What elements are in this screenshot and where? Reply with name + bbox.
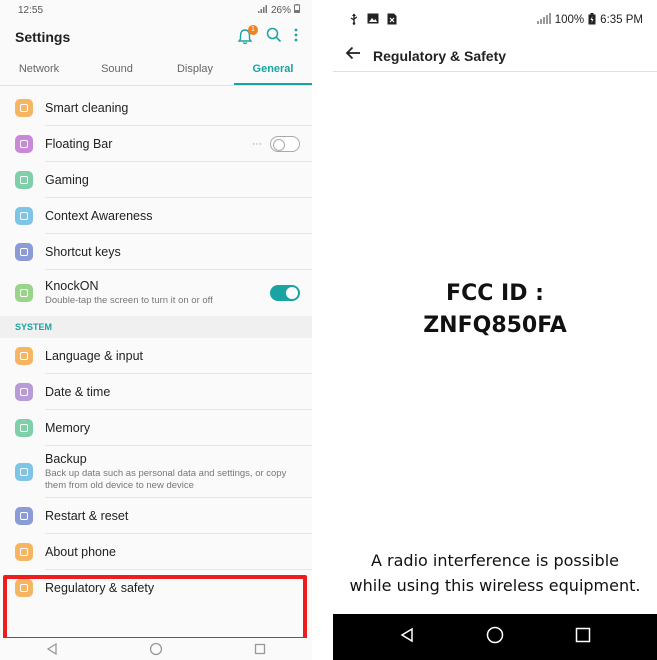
settings-item-memory[interactable]: Memory <box>0 410 312 446</box>
about-phone-icon <box>15 543 33 561</box>
recents-button-right[interactable] <box>575 627 591 648</box>
settings-item-about-phone[interactable]: About phone <box>0 534 312 570</box>
signal-icon <box>257 4 268 16</box>
search-icon <box>266 27 282 42</box>
fcc-label: FCC ID : <box>446 281 544 306</box>
more-horiz-icon[interactable]: ··· <box>252 139 262 150</box>
settings-item-backup[interactable]: Backup Back up data such as personal dat… <box>0 446 312 498</box>
tab-network[interactable]: Network <box>0 54 78 85</box>
back-arrow-button[interactable] <box>345 46 361 65</box>
settings-item-floating-bar[interactable]: Floating Bar ··· <box>0 126 312 162</box>
floating-bar-toggle[interactable] <box>270 136 300 152</box>
tab-display[interactable]: Display <box>156 54 234 85</box>
settings-header: Settings 1 <box>0 20 312 54</box>
settings-screen: 12:55 26% Settings 1 Network Sound Displ… <box>0 0 312 660</box>
recents-button[interactable] <box>254 643 266 655</box>
battery-charging-icon <box>588 12 596 28</box>
back-triangle-icon <box>46 643 57 655</box>
floating-bar-icon <box>15 135 33 153</box>
notifications-button[interactable]: 1 <box>236 25 258 46</box>
language-icon <box>15 347 33 365</box>
home-circle-icon <box>149 642 163 656</box>
fcc-value: ZNFQ850FA <box>423 313 567 338</box>
more-vert-icon <box>294 28 298 41</box>
tab-sound[interactable]: Sound <box>78 54 156 85</box>
status-time-right: 6:35 PM <box>600 14 643 26</box>
shortcut-keys-icon <box>15 243 33 261</box>
image-icon <box>367 13 379 27</box>
context-awareness-icon <box>15 207 33 225</box>
battery-percent: 100% <box>554 14 585 26</box>
radio-interference-notice: A radio interference is possible while u… <box>349 551 641 595</box>
back-button-right[interactable] <box>399 627 415 648</box>
battery-level: 26% <box>270 4 291 16</box>
settings-list: Smart cleaning Floating Bar ··· Gaming C… <box>0 86 312 606</box>
more-options-button[interactable] <box>294 28 298 47</box>
smart-cleaning-icon <box>15 99 33 117</box>
settings-item-knockon[interactable]: KnockON Double-tap the screen to turn it… <box>0 270 312 316</box>
settings-item-context-awareness[interactable]: Context Awareness <box>0 198 312 234</box>
backup-icon <box>15 463 33 481</box>
home-button[interactable] <box>149 642 163 656</box>
knockon-toggle[interactable] <box>270 285 300 301</box>
navigation-bar-right <box>333 614 657 660</box>
memory-icon <box>15 419 33 437</box>
section-header-system: SYSTEM <box>0 316 312 338</box>
status-bar: 12:55 26% <box>0 0 312 20</box>
restart-reset-icon <box>15 507 33 525</box>
knockon-icon <box>15 284 33 302</box>
back-button[interactable] <box>46 643 58 655</box>
settings-item-date-time[interactable]: Date & time <box>0 374 312 410</box>
home-button-right[interactable] <box>486 626 504 649</box>
navigation-bar <box>0 638 312 660</box>
date-time-icon <box>15 383 33 401</box>
arrow-back-icon <box>345 46 360 60</box>
gaming-icon <box>15 171 33 189</box>
notification-badge: 1 <box>248 25 258 35</box>
settings-item-smart-cleaning[interactable]: Smart cleaning <box>0 90 312 126</box>
signal-icon-right <box>536 13 551 27</box>
settings-item-gaming[interactable]: Gaming <box>0 162 312 198</box>
home-circle-icon <box>486 626 504 643</box>
app-bar: Regulatory & Safety <box>333 40 657 72</box>
fcc-id-text: FCC ID : ZNFQ850FA <box>333 278 657 342</box>
page-title: Settings <box>15 29 71 45</box>
status-time: 12:55 <box>18 4 44 16</box>
settings-item-restart-reset[interactable]: Restart & reset <box>0 498 312 534</box>
back-triangle-icon <box>400 627 413 642</box>
settings-tabs: Network Sound Display General <box>0 54 312 86</box>
regulatory-safety-icon <box>15 579 33 597</box>
status-bar-right: 100% 6:35 PM <box>333 0 657 40</box>
recents-square-icon <box>576 627 591 642</box>
settings-item-language-input[interactable]: Language & input <box>0 338 312 374</box>
screen-title: Regulatory & Safety <box>373 47 507 64</box>
battery-icon <box>294 4 300 16</box>
usb-icon <box>349 13 359 28</box>
file-icon <box>387 13 397 28</box>
settings-item-shortcut-keys[interactable]: Shortcut keys <box>0 234 312 270</box>
regulatory-screen: 100% 6:35 PM Regulatory & Safety FCC ID … <box>333 0 657 660</box>
recents-square-icon <box>255 643 266 655</box>
tab-general[interactable]: General <box>234 54 312 85</box>
search-button[interactable] <box>266 27 282 48</box>
settings-item-regulatory-safety[interactable]: Regulatory & safety <box>0 570 312 606</box>
